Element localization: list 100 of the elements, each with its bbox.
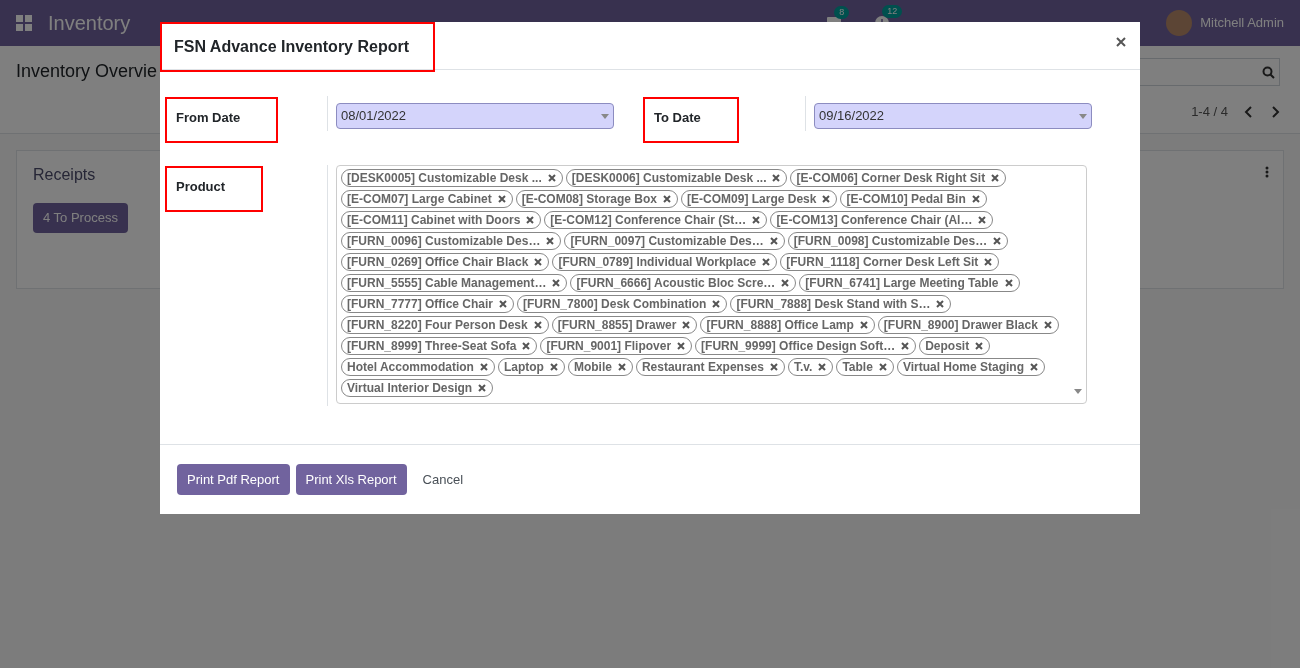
print-button[interactable]: Print Pdf Report: [177, 464, 290, 495]
tag-label: [FURN_9001] Flipover: [546, 338, 672, 355]
tag-label: [E-COM13] Conference Chair (Al…: [776, 212, 973, 229]
breadcrumb: Inventory Overvie: [16, 60, 158, 83]
tag-label: [FURN_0097] Customizable Des…: [570, 233, 764, 250]
remove-icon[interactable]: [859, 321, 868, 329]
tag-label: [FURN_0269] Office Chair Black: [347, 254, 529, 271]
remove-icon[interactable]: [769, 237, 778, 245]
tag-label: Deposit: [925, 338, 970, 355]
remove-icon[interactable]: [762, 258, 771, 266]
remove-icon[interactable]: [497, 195, 506, 203]
remove-icon[interactable]: [769, 363, 778, 371]
remove-icon[interactable]: [549, 363, 558, 371]
tag-label: [FURN_8855] Drawer: [557, 317, 677, 334]
date-field[interactable]: 08/01/2022: [336, 103, 614, 129]
remove-icon[interactable]: [781, 279, 790, 287]
tag-label: [FURN_8999] Three-Seat Sofa: [347, 338, 517, 355]
caret-icon: [1074, 389, 1082, 394]
tag-label: [FURN_5555] Cable Management…: [347, 275, 547, 292]
tag-label: [FURN_8900] Drawer Black: [883, 317, 1038, 334]
tag-label: [FURN_7777] Office Chair: [347, 296, 494, 313]
count-badge: 12: [882, 5, 903, 18]
tag-label: [E-COM09] Large Desk: [687, 191, 817, 208]
tag-label: Virtual Interior Design: [347, 380, 473, 397]
tag-label: [E-COM07] Large Cabinet: [347, 191, 492, 208]
field-label: To Date: [654, 110, 701, 125]
remove-icon[interactable]: [533, 321, 542, 329]
close-icon[interactable]: [1116, 37, 1126, 47]
remove-icon[interactable]: [901, 342, 910, 350]
tag-label: [FURN_8220] Four Person Desk: [347, 317, 528, 334]
tag-label: [FURN_0096] Customizable Des…: [347, 233, 541, 250]
tag-label: [DESK0005] Customizable Desk ...: [347, 170, 542, 187]
caret-icon: [1079, 113, 1087, 119]
tag-label: [FURN_8888] Office Lamp: [706, 317, 854, 334]
tag-label: [FURN_7800] Desk Combination: [523, 296, 707, 313]
remove-icon[interactable]: [878, 363, 887, 371]
count-badge: 8: [834, 6, 850, 19]
date-field[interactable]: 09/16/2022: [814, 103, 1092, 129]
print-button[interactable]: Print Xls Report: [295, 464, 407, 495]
remove-icon[interactable]: [682, 321, 691, 329]
remove-icon[interactable]: [1043, 321, 1052, 329]
chevron-left-icon[interactable]: [1244, 105, 1254, 118]
remove-icon[interactable]: [984, 258, 993, 266]
search-icon[interactable]: [1262, 65, 1275, 79]
tag-label: [FURN_0789] Individual Workplace: [558, 254, 757, 271]
remove-icon[interactable]: [975, 342, 984, 350]
remove-icon[interactable]: [993, 237, 1002, 245]
tag-label: [E-COM11] Cabinet with Doors: [347, 212, 521, 229]
remove-icon[interactable]: [936, 300, 945, 308]
remove-icon[interactable]: [552, 279, 561, 287]
tag-label: [FURN_1118] Corner Desk Left Sit: [786, 254, 979, 271]
tag-label: [E-COM12] Conference Chair (St…: [550, 212, 747, 229]
chevron-right-icon[interactable]: [1270, 105, 1280, 118]
field-label: From Date: [176, 110, 241, 125]
tag-label: Hotel Accommodation: [347, 359, 474, 376]
tag-label: Restaurant Expenses: [641, 359, 764, 376]
remove-icon[interactable]: [772, 174, 781, 182]
remove-icon[interactable]: [663, 195, 672, 203]
remove-icon[interactable]: [534, 258, 543, 266]
remove-icon[interactable]: [822, 195, 831, 203]
tag-label: Virtual Home Staging: [902, 359, 1024, 376]
dialog-title: FSN Advance Inventory Report: [174, 37, 409, 57]
tag-label: [FURN_9999] Office Design Soft…: [701, 338, 896, 355]
remove-icon[interactable]: [978, 216, 987, 224]
field-label: Product: [176, 179, 226, 194]
tag-label: [FURN_6666] Acoustic Bloc Scre…: [576, 275, 776, 292]
user-name[interactable]: Mitchell Admin: [1200, 13, 1284, 33]
remove-icon[interactable]: [522, 342, 531, 350]
remove-icon[interactable]: [479, 363, 488, 371]
remove-icon[interactable]: [991, 174, 1000, 182]
kebab-icon[interactable]: [1265, 166, 1269, 178]
app-title[interactable]: Inventory: [48, 8, 131, 38]
tag-label: Mobile: [573, 359, 612, 376]
tag-label: [FURN_7888] Desk Stand with S…: [736, 296, 931, 313]
remove-icon[interactable]: [712, 300, 721, 308]
remove-icon[interactable]: [971, 195, 980, 203]
remove-icon[interactable]: [1004, 279, 1013, 287]
remove-icon[interactable]: [478, 384, 487, 392]
tag-label: [DESK0006] Customizable Desk ...: [571, 170, 767, 187]
product-tags-field[interactable]: [336, 165, 1087, 404]
process-button[interactable]: 4 To Process: [33, 203, 128, 233]
tag-label: [E-COM08] Storage Box: [521, 191, 658, 208]
remove-icon[interactable]: [617, 363, 626, 371]
apps-icon[interactable]: [16, 15, 32, 31]
tag-label: [FURN_6741] Large Meeting Table: [805, 275, 999, 292]
tag-label: [E-COM06] Corner Desk Right Sit: [796, 170, 986, 187]
tag-label: [E-COM10] Pedal Bin: [846, 191, 966, 208]
remove-icon[interactable]: [547, 174, 556, 182]
pager: 1-4 / 4: [1191, 103, 1228, 121]
remove-icon[interactable]: [546, 237, 555, 245]
remove-icon[interactable]: [677, 342, 686, 350]
remove-icon[interactable]: [818, 363, 827, 371]
remove-icon[interactable]: [752, 216, 761, 224]
remove-icon[interactable]: [1030, 363, 1038, 371]
remove-icon[interactable]: [526, 216, 535, 224]
tag-label: Laptop: [503, 359, 544, 376]
caret-icon: [601, 113, 609, 119]
cancel-button[interactable]: Cancel: [412, 464, 473, 495]
remove-icon[interactable]: [499, 300, 508, 308]
tag-label: Table: [842, 359, 873, 376]
